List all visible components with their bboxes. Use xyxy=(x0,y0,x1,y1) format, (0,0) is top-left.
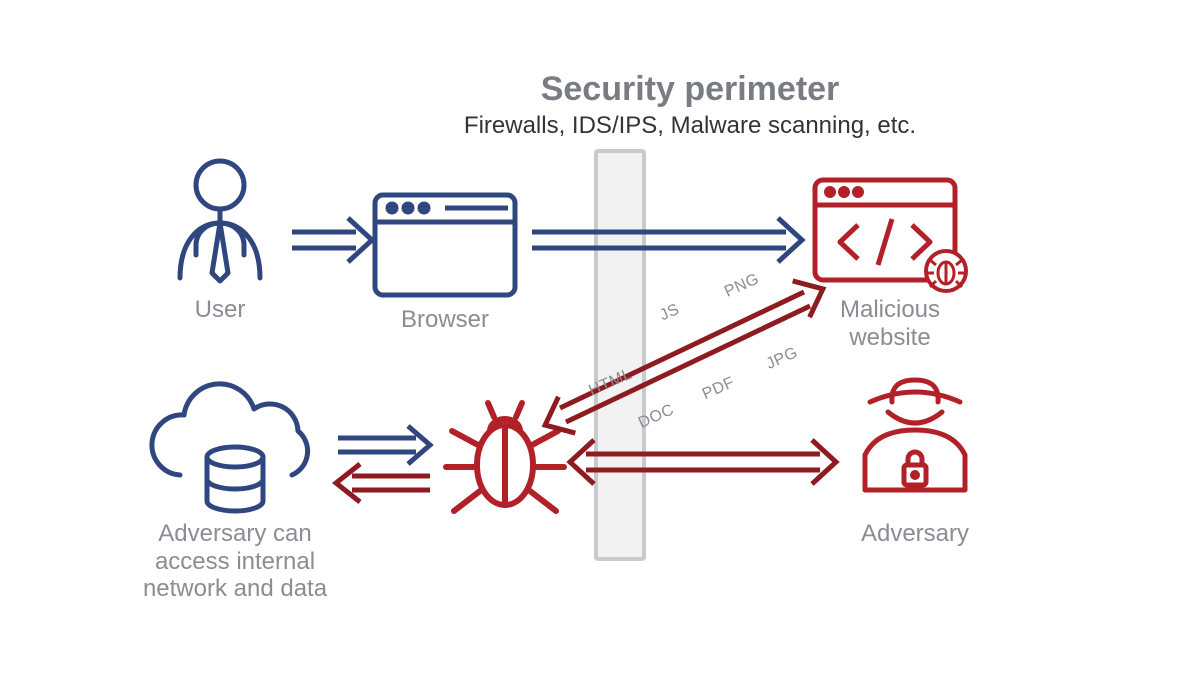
diagram-stage: Security perimeter Firewalls, IDS/IPS, M… xyxy=(0,0,1200,676)
arrows-layer xyxy=(0,0,1200,676)
